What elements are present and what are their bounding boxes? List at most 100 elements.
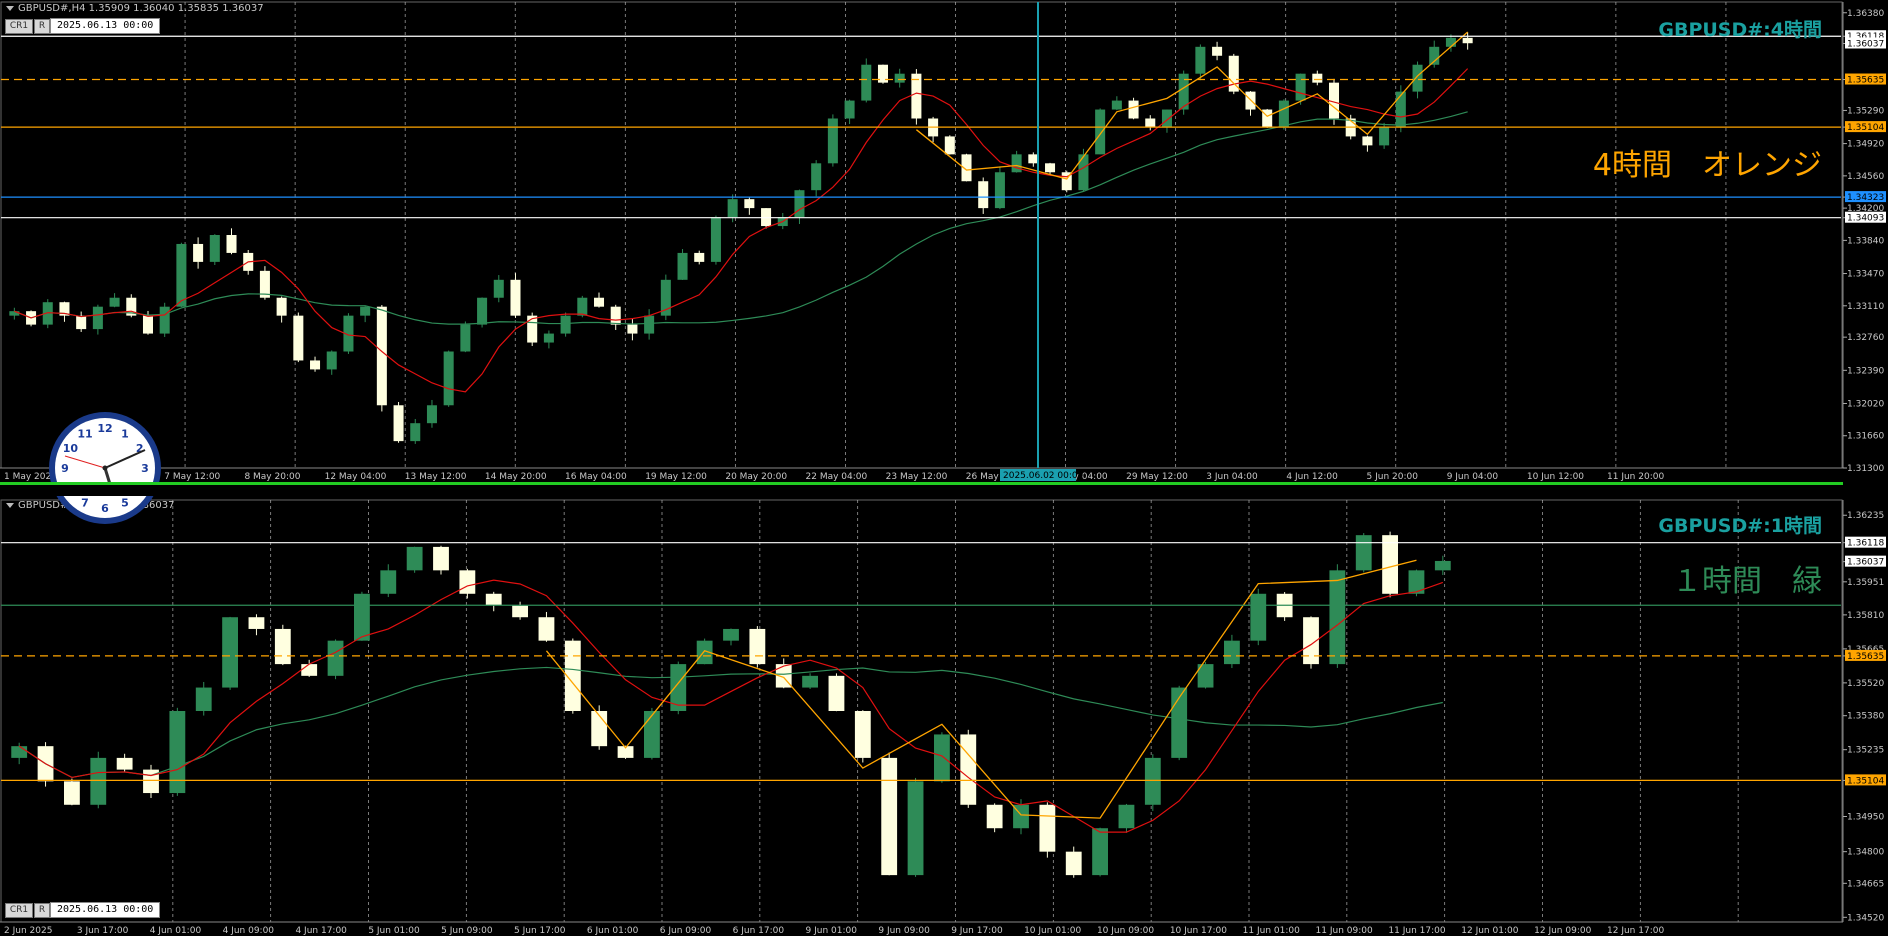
candle-body [426, 405, 437, 424]
candle-body [1395, 91, 1406, 128]
candle-body [327, 640, 344, 676]
candle-body [1412, 64, 1423, 92]
price-tick-label: 1.36235 [1847, 511, 1884, 521]
candle-body [911, 73, 922, 119]
clock-center [102, 465, 108, 471]
time-tick-label: 11 Jun 17:00 [1388, 926, 1445, 936]
time-tick-label: 6 Jun 01:00 [587, 926, 639, 936]
h4-r-button[interactable]: R [34, 19, 50, 34]
h1-chart-pane[interactable]: 1.36235 1.36118 1.36037 1.35951 1.35810 1.356… [0, 496, 1888, 936]
h4-note-text: 4時間 オレンジ [1592, 148, 1822, 183]
candle-body [310, 360, 321, 370]
time-tick-label: 10 Jun 12:00 [1527, 472, 1584, 482]
candle-body [493, 279, 504, 298]
candle-body [9, 311, 20, 316]
candle-body [1362, 136, 1373, 146]
candle-body [360, 306, 371, 316]
price-level-tag-label: 1.35635 [1847, 652, 1884, 662]
candle-body [1111, 100, 1122, 110]
clock-number: 5 [121, 497, 129, 510]
price-tick-label: 1.35520 [1847, 679, 1884, 689]
candle-body [694, 252, 705, 262]
h4-symbol-text: GBPUSD#,H4 1.35909 1.36040 1.35835 1.360… [18, 3, 264, 14]
candle-body [727, 199, 738, 218]
candle-body [1145, 118, 1156, 128]
candle-body [677, 252, 688, 280]
candle-body [1212, 46, 1223, 56]
price-tick-label: 1.35290 [1847, 106, 1884, 116]
time-tick-label: 16 May 04:00 [565, 472, 627, 482]
candle-body [907, 781, 924, 876]
time-tick-label: 9 Jun 09:00 [878, 926, 930, 936]
h1-cr-button[interactable]: CR1 [5, 903, 33, 918]
candle-body [1045, 163, 1056, 173]
clock-number: 1 [121, 427, 129, 440]
time-tick-label: 3 Jun 04:00 [1206, 472, 1258, 482]
time-tick-label: 11 Jun 09:00 [1316, 926, 1373, 936]
price-tick-label: 1.35235 [1847, 746, 1884, 756]
candle-body [749, 628, 766, 665]
candle-body [854, 711, 871, 758]
time-tick-label: 12 May 04:00 [325, 472, 387, 482]
h4-cr-button[interactable]: CR1 [5, 19, 33, 34]
clock-widget[interactable]: 121234567891011 AM [47, 410, 163, 526]
time-tick-label: 6 Jun 17:00 [733, 926, 785, 936]
current-price-tag-label: 1.36037 [1847, 558, 1884, 568]
collapse-arrow-icon[interactable] [6, 502, 14, 508]
candle-body [1295, 73, 1306, 101]
pane-separator[interactable] [0, 482, 1843, 496]
candle-body [761, 208, 772, 227]
time-tick-label: 23 May 12:00 [886, 472, 948, 482]
clock-number: 7 [81, 497, 89, 510]
h1-date-chip: 2025.06.13 00:00 [50, 902, 161, 918]
candle-body [1039, 804, 1056, 852]
candle-body [209, 235, 220, 262]
candle-body [610, 306, 621, 325]
price-tick-label: 1.34560 [1847, 172, 1884, 182]
price-level-tag-label: 1.34323 [1847, 193, 1884, 203]
candle-body [326, 351, 337, 370]
price-tick-label: 1.31300 [1847, 464, 1884, 474]
candle-body [1118, 804, 1135, 829]
price-tick-label: 1.33110 [1847, 302, 1884, 312]
fast-moving-average-line [14, 68, 1469, 393]
candle-body [1028, 154, 1039, 164]
time-tick-label: 10 Jun 09:00 [1097, 926, 1154, 936]
candle-body [1065, 851, 1082, 876]
time-tick-label: 14 May 20:00 [485, 472, 547, 482]
price-tick-label: 1.32760 [1847, 333, 1884, 343]
time-tick-label: 4 Jun 01:00 [150, 926, 202, 936]
candle-body [594, 297, 605, 307]
clock-number: 3 [141, 462, 149, 475]
candle-body [1161, 109, 1172, 128]
price-tick-label: 1.34920 [1847, 140, 1884, 150]
time-tick-label: 9 Jun 04:00 [1447, 472, 1499, 482]
candle-body [393, 405, 404, 442]
price-tick-label: 1.35380 [1847, 712, 1884, 722]
candle-body [1445, 37, 1456, 47]
price-level-tag-label: 1.35635 [1847, 76, 1884, 86]
price-level-tag-label: 1.35104 [1847, 776, 1884, 786]
price-tick-label: 1.34800 [1847, 848, 1884, 858]
price-tick-label: 1.36380 [1847, 9, 1884, 19]
time-tick-label: 6 Jun 09:00 [660, 926, 712, 936]
h1-r-button[interactable]: R [34, 903, 50, 918]
collapse-arrow-icon[interactable] [6, 5, 14, 11]
candle-body [64, 781, 80, 805]
time-tick-label: 5 Jun 09:00 [441, 926, 493, 936]
h4-chart-title: GBPUSD#:4時間 [1658, 19, 1822, 41]
time-tick-label: 13 May 12:00 [405, 472, 467, 482]
candle-body [994, 172, 1005, 209]
candle-body [410, 423, 421, 442]
candle-body [881, 757, 898, 876]
price-tick-label: 1.34520 [1847, 913, 1884, 923]
candle-body [1011, 154, 1022, 173]
price-tick-label: 1.33470 [1847, 270, 1884, 280]
candle-body [644, 711, 660, 758]
candle-body [828, 675, 845, 711]
candle-body [986, 804, 1003, 829]
candle-body [512, 605, 528, 618]
price-tick-label: 1.31660 [1847, 432, 1884, 442]
h4-chart-pane[interactable]: 1.36380 1.36118 1.36037 1.35635 1.35290 1.351… [0, 0, 1888, 482]
crosshair-time-label: 2025.06.02 00:00 [1003, 471, 1084, 481]
